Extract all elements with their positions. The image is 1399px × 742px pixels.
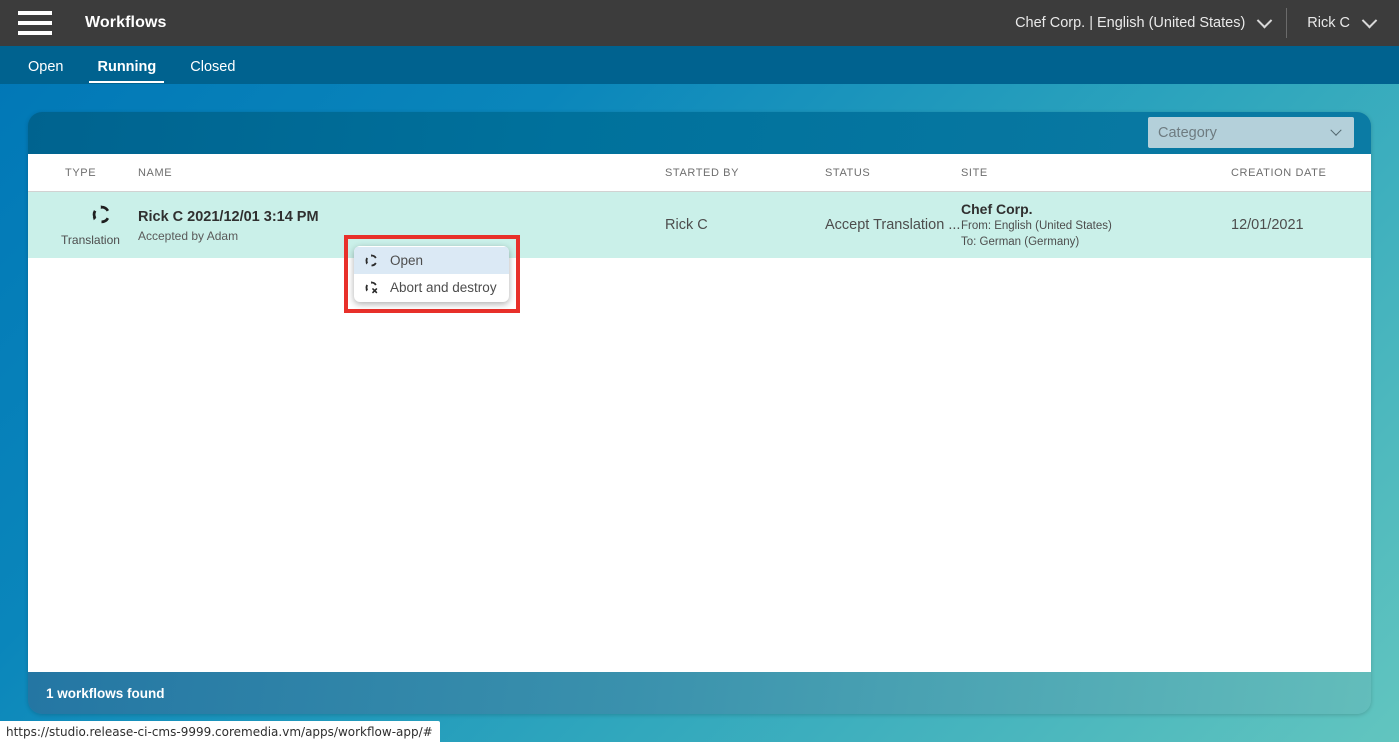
hamburger-bar [18,21,52,25]
cell-started-by: Rick C [665,217,708,233]
site-language-selector[interactable]: Chef Corp. | English (United States) [1015,0,1284,46]
tab-open[interactable]: Open [18,59,73,84]
page-title: Workflows [85,14,167,31]
context-menu-item-abort-label: Abort and destroy [390,280,497,295]
site-target-locale: To: German (Germany) [961,235,1080,248]
cell-creation-date: 12/01/2021 [1231,217,1304,233]
column-header-name[interactable]: NAME [138,167,665,179]
user-menu[interactable]: Rick C [1289,0,1381,46]
cell-type: Translation [28,204,138,247]
hamburger-bar [18,11,52,15]
cell-name: Rick C 2021/12/01 3:14 PM Accepted by Ad… [138,208,665,243]
workflow-tab-bar: Open Running Closed [0,46,1399,84]
workflow-name: Rick C 2021/12/01 3:14 PM [138,208,319,225]
workflow-acceptance: Accepted by Adam [138,228,239,243]
workflow-app-window: Workflows Chef Corp. | English (United S… [0,0,1399,742]
tab-closed[interactable]: Closed [180,59,245,84]
site-language-label: Chef Corp. | English (United States) [1015,15,1246,31]
column-header-type[interactable]: TYPE [28,167,138,179]
workflow-list-panel: Category TYPE NAME STARTED BY STATUS SIT… [28,112,1371,714]
chevron-down-icon [1361,12,1378,28]
top-header-bar: Workflows Chef Corp. | English (United S… [0,0,1399,46]
result-count-label: 1 workflows found [46,685,165,701]
row-context-menu: Open Abort and destroy [354,246,509,302]
translation-icon [91,204,112,230]
column-header-started-by[interactable]: STARTED BY [665,167,825,179]
open-workflow-icon [364,253,386,268]
browser-status-bar: https://studio.release-ci-cms-9999.corem… [0,721,440,742]
site-name: Chef Corp. [961,200,1033,217]
cell-type-label: Translation [61,232,120,247]
chevron-down-icon [1330,124,1342,136]
header-divider [1286,8,1288,38]
cell-site: Chef Corp. From: English (United States)… [961,201,1231,250]
table-header-row: TYPE NAME STARTED BY STATUS SITE CREATIO… [28,154,1371,192]
status-bar-url: https://studio.release-ci-cms-9999.corem… [6,724,433,739]
context-menu-item-abort-and-destroy[interactable]: Abort and destroy [354,274,509,301]
tab-running[interactable]: Running [87,59,166,84]
panel-toolbar: Category [28,112,1371,154]
site-source-locale: From: English (United States) [961,219,1112,232]
panel-footer: 1 workflows found [28,672,1371,714]
column-header-creation-date[interactable]: CREATION DATE [1231,167,1371,179]
hamburger-bar [18,31,52,35]
category-filter-select[interactable]: Category [1148,117,1354,148]
user-menu-label: Rick C [1307,15,1350,31]
context-menu-item-open[interactable]: Open [354,247,509,274]
header-right-group: Chef Corp. | English (United States) Ric… [1015,0,1399,46]
cell-status: Accept Translation ... [825,217,961,233]
chevron-down-icon [1257,12,1273,28]
column-header-status[interactable]: STATUS [825,167,961,179]
abort-destroy-icon [364,280,386,295]
column-header-site[interactable]: SITE [961,167,1231,179]
hamburger-icon[interactable] [18,11,52,35]
category-filter-label: Category [1158,124,1217,141]
table-row[interactable]: Translation Rick C 2021/12/01 3:14 PM Ac… [28,192,1371,258]
context-menu-item-open-label: Open [390,253,424,268]
workflow-table: TYPE NAME STARTED BY STATUS SITE CREATIO… [28,154,1371,672]
